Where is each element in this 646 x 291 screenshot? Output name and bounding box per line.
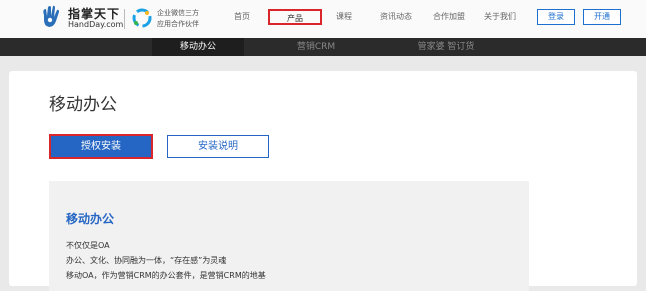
intro-heading: 移动办公 [66,212,115,226]
hand-logo-icon [43,5,59,27]
nav-courses[interactable]: 课程 [330,0,358,38]
wecom-partner-badge: 企业微信三方 应用合作伙伴 [131,6,221,32]
nav-home[interactable]: 首页 [228,0,256,38]
subnav-guanjiapo-ordering[interactable]: 管家婆 智订货 [386,38,506,56]
partner-line-1: 企业微信三方 [157,9,199,17]
intro-line: 办公、文化、协同融为一体，“存在感”为灵魂 [66,256,227,265]
partner-line-2: 应用合作伙伴 [157,20,199,28]
open-account-button[interactable]: 开通 [583,9,621,25]
brand-domain: HandDay.com [68,20,124,29]
install-guide-button[interactable]: 安装说明 [167,135,269,158]
subnav-mobile-office[interactable]: 移动办公 [152,38,244,56]
product-subnav: 移动办公 营销CRM 管家婆 智订货 [0,38,646,56]
nav-about[interactable]: 关于我们 [478,0,522,38]
logo-divider [124,9,125,29]
nav-products[interactable]: 产品 [268,9,322,25]
site-header: 指掌天下 HandDay.com 企业微信三方 应用合作伙伴 首页 产品 课程 … [0,0,646,38]
nav-partnership[interactable]: 合作加盟 [427,0,471,38]
intro-line: 移动OA，作为营销CRM的办公套件，是营销CRM的地基 [66,271,266,280]
handday-logo[interactable]: 指掌天下 HandDay.com [40,5,124,33]
page-title: 移动办公 [49,95,117,115]
login-button[interactable]: 登录 [537,9,575,25]
product-card: 移动办公 授权安装 安装说明 移动办公 不仅仅是OA 办公、文化、协同融为一体，… [9,71,637,291]
intro-line: 不仅仅是OA [66,241,110,250]
authorize-install-button[interactable]: 授权安装 [49,134,153,159]
product-intro-panel: 移动办公 不仅仅是OA 办公、文化、协同融为一体，“存在感”为灵魂 移动OA，作… [49,181,529,291]
wecom-icon [132,8,152,28]
nav-news[interactable]: 资讯动态 [374,0,418,38]
subnav-marketing-crm[interactable]: 营销CRM [270,38,362,56]
